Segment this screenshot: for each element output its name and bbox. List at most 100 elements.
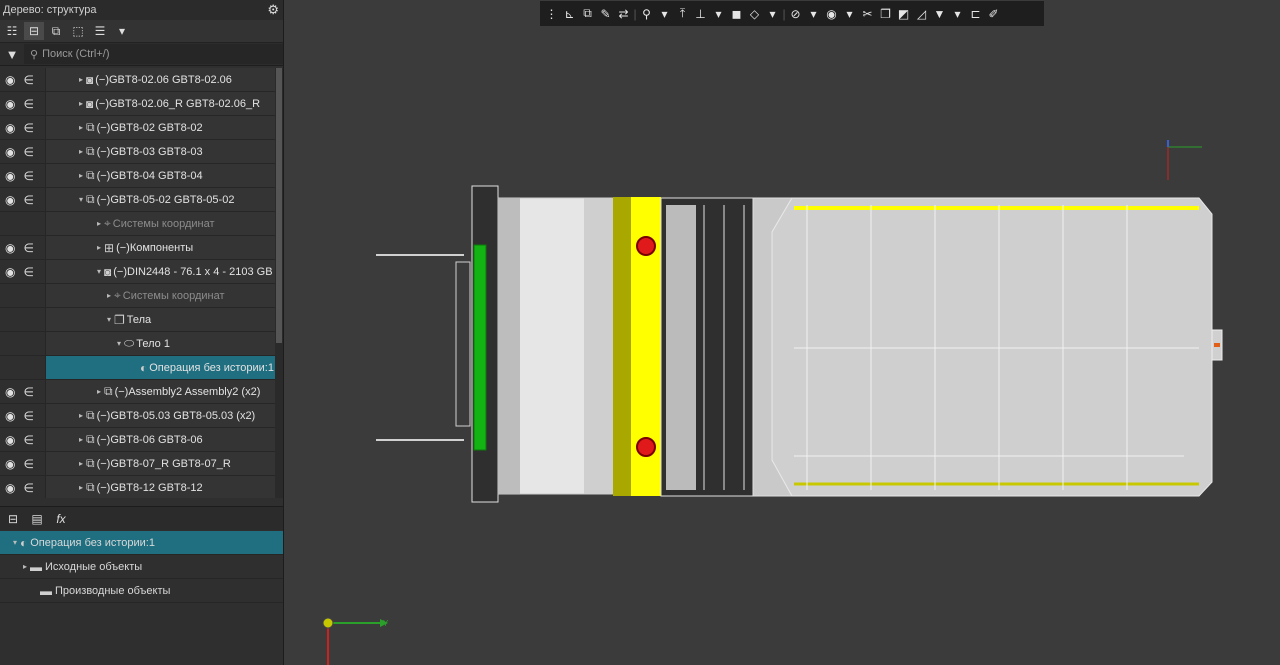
expand-arrow-icon[interactable]: ▸: [76, 411, 86, 420]
expand-arrow-icon[interactable]: ▸: [94, 243, 104, 252]
tree-row[interactable]: ▸ ⌖ Системы координат: [0, 212, 275, 236]
tree-node[interactable]: ▾ ⬭ Тело 1: [46, 332, 275, 355]
structure-view-icon[interactable]: ⊟: [24, 22, 44, 40]
tree-node[interactable]: ▾ ◙ (−)DIN2448 - 76.1 x 4 - 2103 GB: [46, 260, 275, 283]
tree-row[interactable]: ◉ ∈ ▸ ◙ (−)GBT8-02.06_R GBT8-02.06_R: [0, 92, 275, 116]
tree-node[interactable]: ▸ ⧉ (−)GBT8-07_R GBT8-07_R: [46, 452, 275, 475]
tree-node[interactable]: ▸ ⧉ (−)Assembly2 Assembly2 (x2): [46, 380, 275, 403]
eye-icon[interactable]: ◉: [5, 193, 15, 207]
member-icon[interactable]: ∈: [23, 97, 33, 111]
eye-icon[interactable]: ◉: [5, 73, 15, 87]
tree-node[interactable]: ▾ ⧉ (−)GBT8-05-02 GBT8-05-02: [46, 188, 275, 211]
expand-arrow-icon[interactable]: ▸: [76, 147, 86, 156]
select-box-icon[interactable]: ⬚: [68, 22, 88, 40]
tree-node[interactable]: ▸ ◙ (−)GBT8-02.06 GBT8-02.06: [46, 68, 275, 91]
expand-arrow-icon[interactable]: ▸: [94, 219, 104, 228]
tab-fx-icon[interactable]: fx: [52, 512, 70, 526]
eye-icon[interactable]: ◉: [5, 265, 15, 279]
tree-node[interactable]: ▸ ⌖ Системы координат: [46, 212, 275, 235]
expand-arrow-icon[interactable]: ▸: [94, 387, 104, 396]
list-options-icon[interactable]: ☰: [90, 22, 110, 40]
eye-icon[interactable]: ◉: [5, 457, 15, 471]
expand-arrow-icon[interactable]: ▾: [76, 195, 86, 204]
tab-properties-icon[interactable]: ▤: [28, 512, 46, 526]
tree-node[interactable]: ▸ ⊞ (−)Компоненты: [46, 236, 275, 259]
expand-arrow-icon[interactable]: ▸: [104, 291, 114, 300]
expand-arrow-icon[interactable]: ▸: [76, 483, 86, 492]
tree-row[interactable]: ◉ ∈ ▸ ⧉ (−)GBT8-06 GBT8-06: [0, 428, 275, 452]
tree-row[interactable]: ◉ ∈ ▸ ⧉ (−)GBT8-03 GBT8-03: [0, 140, 275, 164]
tree-row[interactable]: ◉ ∈ ▾ ⧉ (−)GBT8-05-02 GBT8-05-02: [0, 188, 275, 212]
member-icon[interactable]: ∈: [23, 241, 33, 255]
search-input[interactable]: ⚲ Поиск (Ctrl+/): [24, 44, 283, 64]
tree-node[interactable]: ▸ ⧉ (−)GBT8-05.03 GBT8-05.03 (x2): [46, 404, 275, 427]
eye-icon[interactable]: ◉: [5, 409, 15, 423]
expand-arrow-icon[interactable]: ▸: [76, 171, 86, 180]
tree-node[interactable]: ▸ ⧉ (−)GBT8-02 GBT8-02: [46, 116, 275, 139]
tree-node[interactable]: ▸ ⌖ Системы координат: [46, 284, 275, 307]
tree-node[interactable]: ▸ ◙ (−)GBT8-02.06_R GBT8-02.06_R: [46, 92, 275, 115]
expand-arrow-icon[interactable]: ▸: [76, 99, 86, 108]
member-icon[interactable]: ∈: [23, 481, 33, 495]
eye-icon[interactable]: ◉: [5, 121, 15, 135]
tree-row[interactable]: ◉ ∈ ▸ ⊞ (−)Компоненты: [0, 236, 275, 260]
member-icon[interactable]: ∈: [23, 409, 33, 423]
eye-icon[interactable]: ◉: [5, 385, 15, 399]
tree-node[interactable]: ▸ ⧉ (−)GBT8-06 GBT8-06: [46, 428, 275, 451]
expand-arrow-icon[interactable]: ▾: [10, 538, 20, 547]
expand-arrow-icon[interactable]: ▾: [94, 267, 104, 276]
member-icon[interactable]: ∈: [23, 265, 33, 279]
tree-row[interactable]: ▾ ⬭ Тело 1: [0, 332, 275, 356]
eye-icon[interactable]: ◉: [5, 481, 15, 495]
member-icon[interactable]: ∈: [23, 73, 33, 87]
expand-arrow-icon[interactable]: ▸: [20, 562, 30, 571]
assembly-view-icon[interactable]: ⧉: [46, 22, 66, 40]
tree-node[interactable]: ▸ ⧉ (−)GBT8-12 GBT8-12: [46, 476, 275, 498]
member-icon[interactable]: ∈: [23, 121, 33, 135]
expand-arrow-icon[interactable]: ▸: [76, 75, 86, 84]
tree-view-icon[interactable]: ☷: [2, 22, 22, 40]
tree-row[interactable]: ◉ ∈ ▸ ⧉ (−)GBT8-07_R GBT8-07_R: [0, 452, 275, 476]
eye-icon[interactable]: ◉: [5, 169, 15, 183]
tree-scrollbar[interactable]: [275, 68, 283, 498]
eye-icon[interactable]: ◉: [5, 145, 15, 159]
tree-row[interactable]: ◉ ∈ ▸ ◙ (−)GBT8-02.06 GBT8-02.06: [0, 68, 275, 92]
expand-arrow-icon[interactable]: ▾: [114, 339, 124, 348]
operation-tree-row[interactable]: ▾ ◐ Операция без истории:1: [0, 531, 283, 555]
tree-row[interactable]: ◉ ∈ ▸ ⧉ (−)Assembly2 Assembly2 (x2): [0, 380, 275, 404]
tree-row[interactable]: ◉ ∈ ▸ ⧉ (−)GBT8-05.03 GBT8-05.03 (x2): [0, 404, 275, 428]
eye-icon[interactable]: ◉: [5, 241, 15, 255]
eye-icon[interactable]: ◉: [5, 97, 15, 111]
tree-row[interactable]: ◉ ∈ ▾ ◙ (−)DIN2448 - 76.1 x 4 - 2103 GB: [0, 260, 275, 284]
conveyor-model[interactable]: [376, 185, 1223, 503]
tree-row[interactable]: ◉ ∈ ▸ ⧉ (−)GBT8-12 GBT8-12: [0, 476, 275, 498]
member-icon[interactable]: ∈: [23, 169, 33, 183]
operation-tree-row[interactable]: ▸ ▬ Исходные объекты: [0, 555, 283, 579]
tree-node[interactable]: ▸ ⧉ (−)GBT8-04 GBT8-04: [46, 164, 275, 187]
member-icon[interactable]: ∈: [23, 433, 33, 447]
member-icon[interactable]: ∈: [23, 457, 33, 471]
member-icon[interactable]: ∈: [23, 385, 33, 399]
tree-row[interactable]: ▾ ❐ Тела: [0, 308, 275, 332]
expand-arrow-icon[interactable]: ▸: [76, 459, 86, 468]
filter-icon[interactable]: ▼: [0, 43, 24, 65]
expand-arrow-icon[interactable]: ▸: [76, 123, 86, 132]
scrollbar-thumb[interactable]: [276, 68, 282, 343]
tree-row[interactable]: ◉ ∈ ▸ ⧉ (−)GBT8-04 GBT8-04: [0, 164, 275, 188]
member-icon[interactable]: ∈: [23, 193, 33, 207]
tab-tree-icon[interactable]: ⊟: [4, 512, 22, 526]
model-canvas[interactable]: Y: [284, 0, 1280, 665]
tree-node[interactable]: ◐ Операция без истории:1: [46, 356, 275, 379]
chevron-down-icon[interactable]: ▾: [112, 22, 132, 40]
member-icon[interactable]: ∈: [23, 145, 33, 159]
expand-arrow-icon[interactable]: ▾: [104, 315, 114, 324]
operation-tree-row[interactable]: ▬ Производные объекты: [0, 579, 283, 603]
tree-row[interactable]: ◉ ∈ ▸ ⧉ (−)GBT8-02 GBT8-02: [0, 116, 275, 140]
tree-row[interactable]: ◐ Операция без истории:1: [0, 356, 275, 380]
tree-node[interactable]: ▸ ⧉ (−)GBT8-03 GBT8-03: [46, 140, 275, 163]
tree-row[interactable]: ▸ ⌖ Системы координат: [0, 284, 275, 308]
eye-icon[interactable]: ◉: [5, 433, 15, 447]
gear-icon[interactable]: ⚙: [267, 2, 279, 18]
tree-node[interactable]: ▾ ❐ Тела: [46, 308, 275, 331]
3d-viewport[interactable]: ⋮ ⊾ ⧉ ✎ ⇄ | ⚲ ▾ ⤒ ⊥ ▾ ◼ ◇ ▾ | ⊘ ▾ ◉ ▾ ✂ …: [284, 0, 1280, 665]
